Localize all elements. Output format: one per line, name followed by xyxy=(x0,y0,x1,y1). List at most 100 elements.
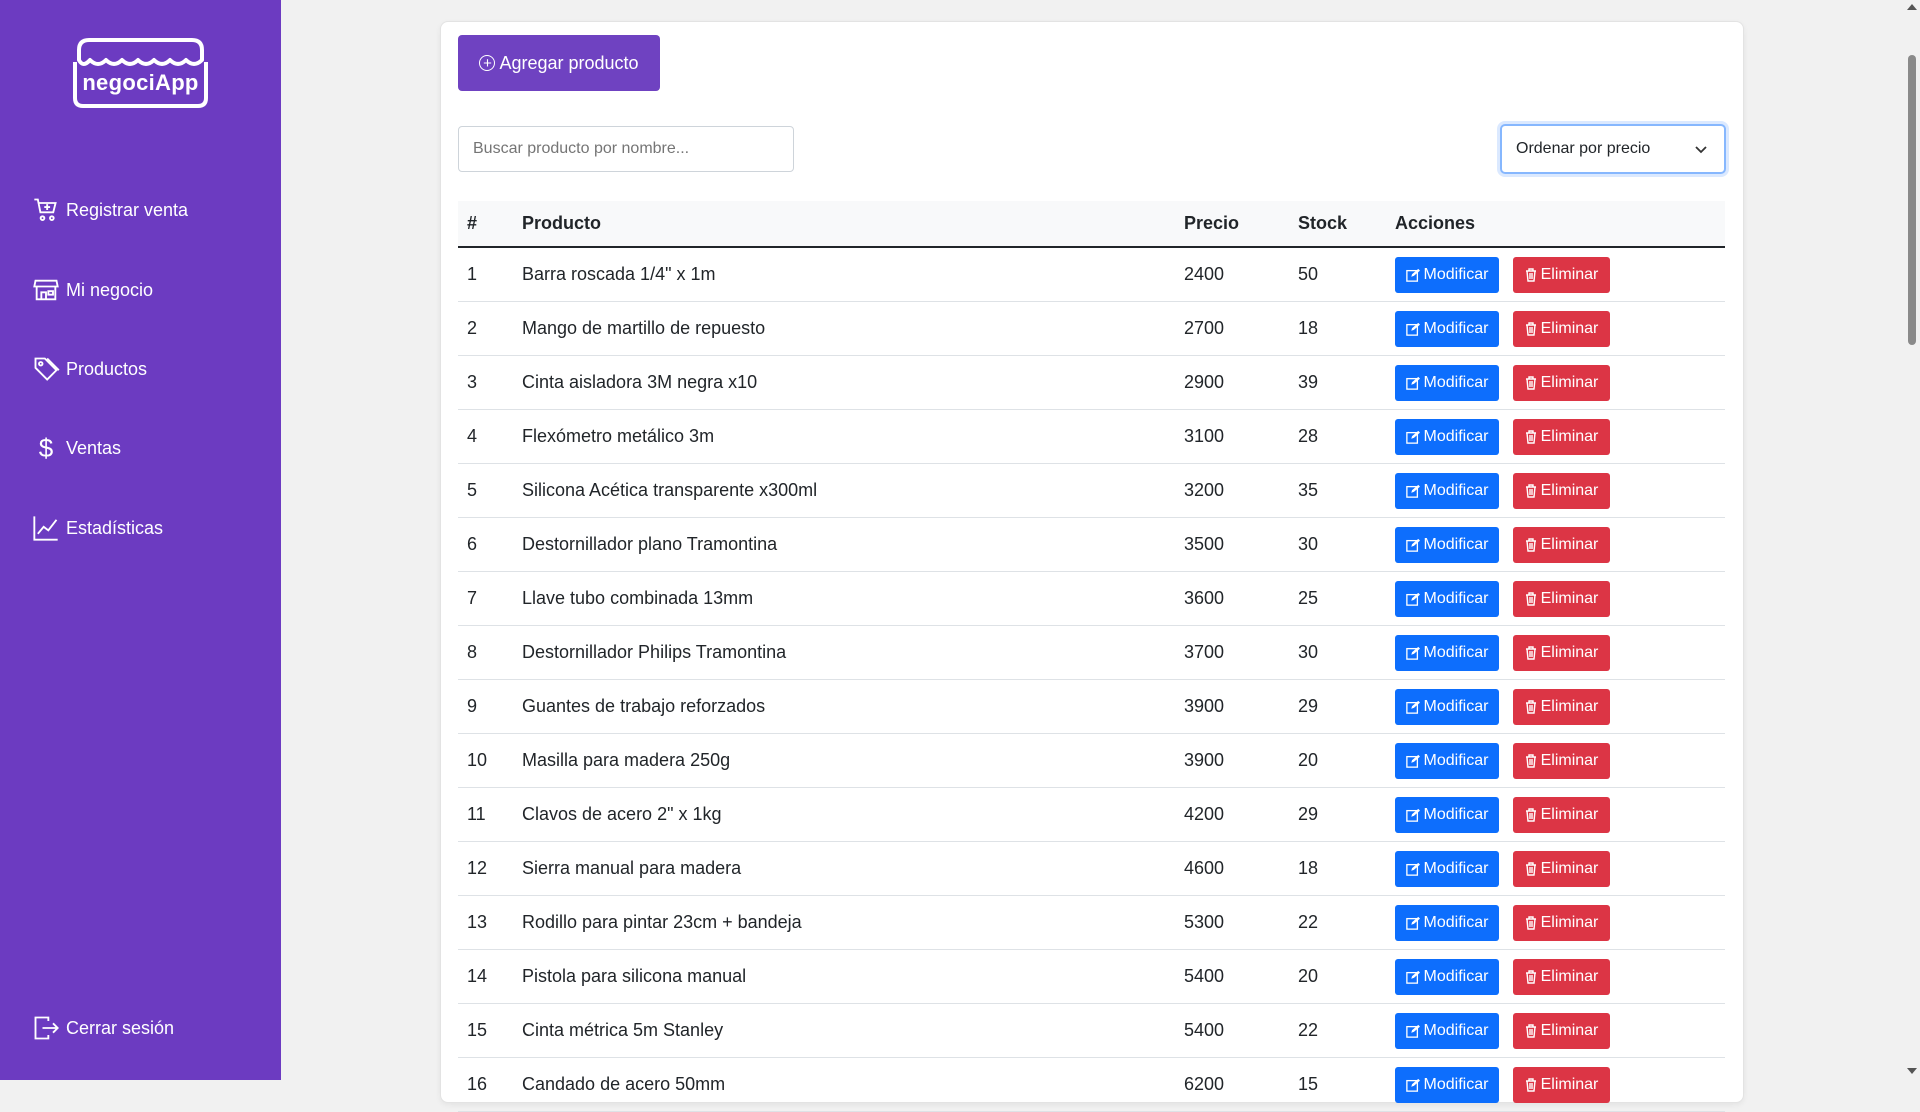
delete-product-button[interactable]: Eliminar xyxy=(1513,256,1610,293)
search-input[interactable] xyxy=(458,126,794,172)
delete-product-button[interactable]: Eliminar xyxy=(1513,526,1610,563)
pencil-square-icon xyxy=(1405,1024,1420,1038)
cell-stock: 18 xyxy=(1298,318,1319,338)
edit-product-button[interactable]: Modificar xyxy=(1395,1012,1499,1049)
delete-product-button[interactable]: Eliminar xyxy=(1513,850,1610,887)
delete-label: Eliminar xyxy=(1540,913,1599,931)
trash-icon xyxy=(1525,969,1536,984)
brand-logo[interactable]: negociApp xyxy=(69,36,212,108)
pencil-square-icon xyxy=(1405,754,1420,768)
pencil-square-icon xyxy=(1405,268,1420,282)
trash-icon xyxy=(1525,915,1536,930)
edit-label: Modificar xyxy=(1423,697,1489,715)
delete-label: Eliminar xyxy=(1540,427,1599,445)
pencil-square-icon xyxy=(1405,430,1420,444)
table-row: 2 Mango de martillo de repuesto 2700 18 Modi… xyxy=(458,302,1725,356)
add-product-button[interactable]: + Agregar producto xyxy=(458,35,660,91)
edit-label: Modificar xyxy=(1423,967,1489,985)
delete-product-button[interactable]: Eliminar xyxy=(1513,580,1610,617)
logout-button[interactable]: Cerrar sesión xyxy=(32,1008,174,1048)
table-row: 11 Clavos de acero 2" x 1kg 4200 29 Modifica… xyxy=(458,788,1725,842)
tags-icon xyxy=(34,357,60,381)
delete-label: Eliminar xyxy=(1540,859,1599,877)
scroll-down-icon[interactable] xyxy=(1907,1068,1917,1074)
edit-product-button[interactable]: Modificar xyxy=(1395,742,1499,779)
table-row: 5 Silicona Acética transparente x300ml 320… xyxy=(458,464,1725,518)
cell-actions: Modificar Eliminar xyxy=(1395,958,1725,995)
delete-label: Eliminar xyxy=(1540,265,1599,283)
trash-icon xyxy=(1525,591,1536,606)
delete-product-button[interactable]: Eliminar xyxy=(1513,796,1610,833)
edit-product-button[interactable]: Modificar xyxy=(1395,688,1499,725)
cell-product: Cinta aisladora 3M negra x10 xyxy=(522,372,758,392)
sidebar-item-productos[interactable]: Productos xyxy=(32,349,147,389)
cell-stock: 28 xyxy=(1298,426,1319,446)
cell-stock: 30 xyxy=(1298,534,1319,554)
cell-price: 2700 xyxy=(1184,318,1225,338)
cell-actions: Modificar Eliminar xyxy=(1395,418,1725,455)
edit-label: Modificar xyxy=(1423,589,1489,607)
delete-product-button[interactable]: Eliminar xyxy=(1513,904,1610,941)
delete-product-button[interactable]: Eliminar xyxy=(1513,634,1610,671)
scrollbar[interactable] xyxy=(1903,0,1920,1080)
delete-product-button[interactable]: Eliminar xyxy=(1513,1012,1610,1049)
sidebar-item-ventas[interactable]: $ Ventas xyxy=(32,428,121,468)
delete-label: Eliminar xyxy=(1540,1021,1599,1039)
edit-label: Modificar xyxy=(1423,481,1489,499)
edit-product-button[interactable]: Modificar xyxy=(1395,904,1499,941)
edit-product-button[interactable]: Modificar xyxy=(1395,958,1499,995)
edit-product-button[interactable]: Modificar xyxy=(1395,472,1499,509)
sort-select[interactable]: Ordenar por precio xyxy=(1500,124,1726,174)
delete-product-button[interactable]: Eliminar xyxy=(1513,364,1610,401)
cell-actions: Modificar Eliminar xyxy=(1395,904,1725,941)
edit-product-button[interactable]: Modificar xyxy=(1395,418,1499,455)
delete-product-button[interactable]: Eliminar xyxy=(1513,742,1610,779)
delete-product-button[interactable]: Eliminar xyxy=(1513,1066,1610,1103)
scrollbar-thumb[interactable] xyxy=(1908,55,1916,345)
sidebar-item-mi-negocio[interactable]: Mi negocio xyxy=(32,270,153,310)
cell-product: Cinta métrica 5m Stanley xyxy=(522,1020,724,1040)
edit-product-button[interactable]: Modificar xyxy=(1395,364,1499,401)
table-row: 9 Guantes de trabajo reforzados 3900 29 Modi… xyxy=(458,680,1725,734)
sidebar-item-label: Ventas xyxy=(66,437,122,458)
sidebar-item-estadisticas[interactable]: Estadísticas xyxy=(32,508,163,548)
cell-num: 4 xyxy=(467,426,478,446)
delete-product-button[interactable]: Eliminar xyxy=(1513,958,1610,995)
cell-actions: Modificar Eliminar xyxy=(1395,634,1725,671)
sidebar-item-registrar-venta[interactable]: Registrar venta xyxy=(32,190,188,230)
table-row: 12 Sierra manual para madera 4600 18 Modific… xyxy=(458,842,1725,896)
plus-circle-icon: + xyxy=(479,55,496,71)
edit-product-button[interactable]: Modificar xyxy=(1395,310,1499,347)
edit-product-button[interactable]: Modificar xyxy=(1395,1066,1499,1103)
sidebar-item-label: Productos xyxy=(66,358,148,379)
edit-product-button[interactable]: Modificar xyxy=(1395,580,1499,617)
delete-product-button[interactable]: Eliminar xyxy=(1513,688,1610,725)
edit-product-button[interactable]: Modificar xyxy=(1395,256,1499,293)
cell-num: 16 xyxy=(467,1074,488,1094)
trash-icon xyxy=(1525,267,1536,282)
delete-product-button[interactable]: Eliminar xyxy=(1513,418,1610,455)
edit-product-button[interactable]: Modificar xyxy=(1395,850,1499,887)
edit-product-button[interactable]: Modificar xyxy=(1395,634,1499,671)
trash-icon xyxy=(1525,321,1536,336)
products-table: # Producto Precio Stock Acciones 1 Barra … xyxy=(458,201,1725,1112)
delete-label: Eliminar xyxy=(1540,751,1599,769)
table-row: 10 Masilla para madera 250g 3900 20 Modifica… xyxy=(458,734,1725,788)
scroll-up-icon[interactable] xyxy=(1907,4,1917,10)
cell-num: 1 xyxy=(467,264,478,284)
cell-num: 2 xyxy=(467,318,478,338)
edit-product-button[interactable]: Modificar xyxy=(1395,526,1499,563)
delete-product-button[interactable]: Eliminar xyxy=(1513,472,1610,509)
sidebar-item-label: Registrar venta xyxy=(66,199,189,220)
cell-product: Barra roscada 1/4" x 1m xyxy=(522,264,716,284)
edit-label: Modificar xyxy=(1423,535,1489,553)
header-stock: Stock xyxy=(1298,213,1348,233)
delete-product-button[interactable]: Eliminar xyxy=(1513,310,1610,347)
cell-product: Candado de acero 50mm xyxy=(522,1074,726,1094)
edit-product-button[interactable]: Modificar xyxy=(1395,796,1499,833)
cell-actions: Modificar Eliminar xyxy=(1395,580,1725,617)
delete-label: Eliminar xyxy=(1540,697,1599,715)
header-actions: Acciones xyxy=(1395,213,1476,233)
cell-product: Rodillo para pintar 23cm + bandeja xyxy=(522,912,802,932)
edit-label: Modificar xyxy=(1423,913,1489,931)
